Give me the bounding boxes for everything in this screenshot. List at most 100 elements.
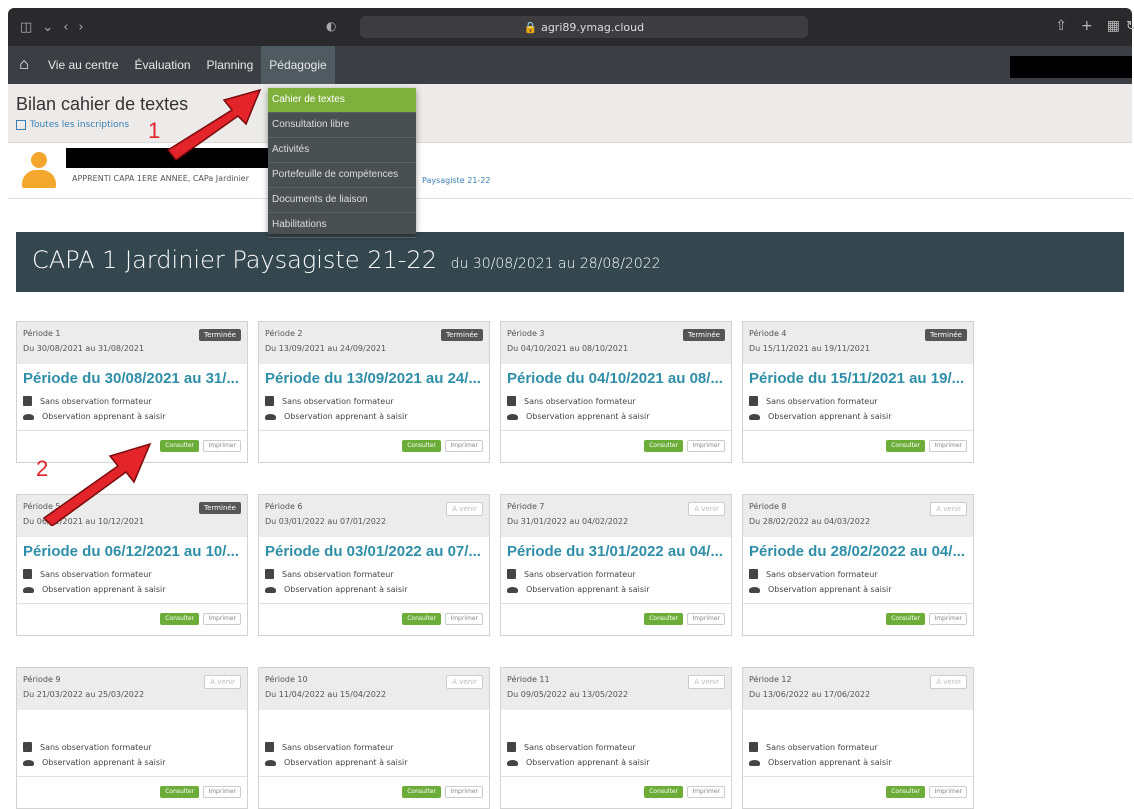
menu-item-portefeuille[interactable]: Portefeuille de compétences: [268, 163, 416, 188]
address-bar[interactable]: 🔒 agri89.ymag.cloud ↻: [360, 16, 1134, 38]
period-dates: Du 28/02/2022 au 04/03/2022: [749, 517, 871, 526]
print-button[interactable]: Imprimer: [445, 440, 483, 452]
period-title[interactable]: Période du 04/10/2021 au 08/...: [507, 370, 723, 387]
menu-item-cahier-de-textes[interactable]: Cahier de textes: [268, 88, 416, 113]
period-title[interactable]: Période du 03/01/2022 au 07/...: [265, 543, 481, 560]
period-card: Période 6 Du 03/01/2022 au 07/01/2022 A ve…: [258, 494, 490, 636]
class-banner: CAPA 1 Jardinier Paysagiste 21-22 du 30/…: [16, 232, 1124, 292]
menu-item-consultation-libre[interactable]: Consultation libre: [268, 113, 416, 138]
obs-formateur-text: Sans observation formateur: [40, 742, 152, 752]
period-card-header: Période 8 Du 28/02/2022 au 04/03/2022 A ve…: [743, 495, 973, 537]
menu-item-habilitations[interactable]: Habilitations: [268, 213, 416, 238]
menu-item-documents-liaison[interactable]: Documents de liaison: [268, 188, 416, 213]
consult-button[interactable]: Consulter: [160, 613, 199, 625]
period-label: Période 10: [265, 675, 308, 684]
period-card-header: Période 2 Du 13/09/2021 au 24/09/2021 Term…: [259, 322, 489, 364]
print-button[interactable]: Imprimer: [445, 613, 483, 625]
obs-apprenant-row: Observation apprenant à saisir: [265, 412, 408, 421]
back-icon[interactable]: ‹: [63, 20, 68, 35]
consult-button[interactable]: Consulter: [402, 613, 441, 625]
sidebar-toggle-icon[interactable]: ◫: [20, 20, 32, 35]
consult-button[interactable]: Consulter: [886, 440, 925, 452]
obs-apprenant-row: Observation apprenant à saisir: [23, 758, 166, 767]
period-label: Période 11: [507, 675, 550, 684]
share-icon[interactable]: ⇧: [1055, 18, 1067, 34]
nav-planning[interactable]: Planning: [199, 46, 262, 84]
consult-button[interactable]: Consulter: [402, 786, 441, 798]
obs-formateur-row: Sans observation formateur: [265, 742, 394, 752]
print-button[interactable]: Imprimer: [929, 613, 967, 625]
print-button[interactable]: Imprimer: [687, 786, 725, 798]
consult-button[interactable]: Consulter: [886, 786, 925, 798]
consult-button[interactable]: Consulter: [402, 440, 441, 452]
obs-apprenant-text: Observation apprenant à saisir: [284, 412, 408, 421]
period-title[interactable]: Période du 30/08/2021 au 31/...: [23, 370, 239, 387]
obs-apprenant-row: Observation apprenant à saisir: [749, 412, 892, 421]
period-dates: Du 09/05/2022 au 13/05/2022: [507, 690, 629, 699]
obs-apprenant-text: Observation apprenant à saisir: [526, 758, 650, 767]
print-button[interactable]: Imprimer: [203, 440, 241, 452]
obs-formateur-text: Sans observation formateur: [524, 569, 636, 579]
card-divider: [501, 776, 731, 777]
period-card: Période 10 Du 11/04/2022 au 15/04/2022 A v…: [258, 667, 490, 809]
print-button[interactable]: Imprimer: [203, 613, 241, 625]
chevron-down-icon[interactable]: ⌄: [42, 20, 53, 35]
print-button[interactable]: Imprimer: [687, 613, 725, 625]
obs-formateur-text: Sans observation formateur: [40, 569, 152, 579]
period-title[interactable]: Période du 28/02/2022 au 04/...: [749, 543, 965, 560]
consult-button[interactable]: Consulter: [644, 440, 683, 452]
obs-formateur-text: Sans observation formateur: [282, 396, 394, 406]
banner-class-name: CAPA 1 Jardinier Paysagiste 21-22: [32, 246, 437, 274]
obs-apprenant-text: Observation apprenant à saisir: [42, 758, 166, 767]
reload-icon[interactable]: ↻: [1126, 16, 1134, 38]
graduation-cap-icon: [749, 413, 760, 420]
nav-pedagogie[interactable]: Pédagogie: [261, 46, 335, 84]
print-button[interactable]: Imprimer: [929, 440, 967, 452]
obs-formateur-row: Sans observation formateur: [507, 742, 636, 752]
print-button[interactable]: Imprimer: [445, 786, 483, 798]
menu-item-activites[interactable]: Activités: [268, 138, 416, 163]
obs-formateur-text: Sans observation formateur: [766, 396, 878, 406]
consult-button[interactable]: Consulter: [644, 613, 683, 625]
nav-vie-au-centre[interactable]: Vie au centre: [40, 46, 127, 84]
period-dates: Du 15/11/2021 au 19/11/2021: [749, 344, 871, 353]
consult-button[interactable]: Consulter: [160, 786, 199, 798]
card-divider: [17, 776, 247, 777]
print-button[interactable]: Imprimer: [687, 440, 725, 452]
period-label: Période 9: [23, 675, 61, 684]
home-icon[interactable]: ⌂: [8, 56, 40, 74]
print-button[interactable]: Imprimer: [929, 786, 967, 798]
status-badge: A venir: [204, 675, 241, 689]
nav-evaluation[interactable]: Évaluation: [127, 46, 199, 84]
consult-button[interactable]: Consulter: [886, 613, 925, 625]
period-title[interactable]: Période du 31/01/2022 au 04/...: [507, 543, 723, 560]
obs-formateur-row: Sans observation formateur: [265, 569, 394, 579]
book-icon: [507, 569, 516, 579]
print-button[interactable]: Imprimer: [203, 786, 241, 798]
new-tab-icon[interactable]: +: [1081, 18, 1093, 34]
status-badge: A venir: [688, 675, 725, 689]
pedagogie-dropdown: Cahier de textes Consultation libre Acti…: [268, 88, 416, 238]
obs-formateur-text: Sans observation formateur: [40, 396, 152, 406]
period-dates: Du 13/09/2021 au 24/09/2021: [265, 344, 387, 353]
graduation-cap-icon: [23, 759, 34, 766]
obs-formateur-text: Sans observation formateur: [524, 396, 636, 406]
consult-button[interactable]: Consulter: [644, 786, 683, 798]
period-dates: Du 13/06/2022 au 17/06/2022: [749, 690, 871, 699]
forward-icon[interactable]: ›: [78, 20, 83, 35]
step-number-2: 2: [36, 456, 49, 481]
all-inscriptions-link[interactable]: Toutes les inscriptions: [16, 120, 129, 130]
consult-button[interactable]: Consulter: [160, 440, 199, 452]
privacy-shield-icon[interactable]: ◐: [326, 19, 336, 33]
period-card: Période 12 Du 13/06/2022 au 17/06/2022 A v…: [742, 667, 974, 809]
period-card-header: Période 9 Du 21/03/2022 au 25/03/2022 A ve…: [17, 668, 247, 710]
card-divider: [501, 603, 731, 604]
obs-formateur-row: Sans observation formateur: [749, 742, 878, 752]
period-title[interactable]: Période du 06/12/2021 au 10/...: [23, 543, 239, 560]
period-title[interactable]: Période du 13/09/2021 au 24/...: [265, 370, 481, 387]
period-label: Période 4: [749, 329, 787, 338]
period-title[interactable]: Période du 15/11/2021 au 19/...: [749, 370, 964, 387]
tab-overview-icon[interactable]: ▦: [1107, 18, 1120, 34]
browser-right-controls: ⇧ + ▦: [1055, 18, 1120, 34]
status-badge: A venir: [446, 502, 483, 516]
